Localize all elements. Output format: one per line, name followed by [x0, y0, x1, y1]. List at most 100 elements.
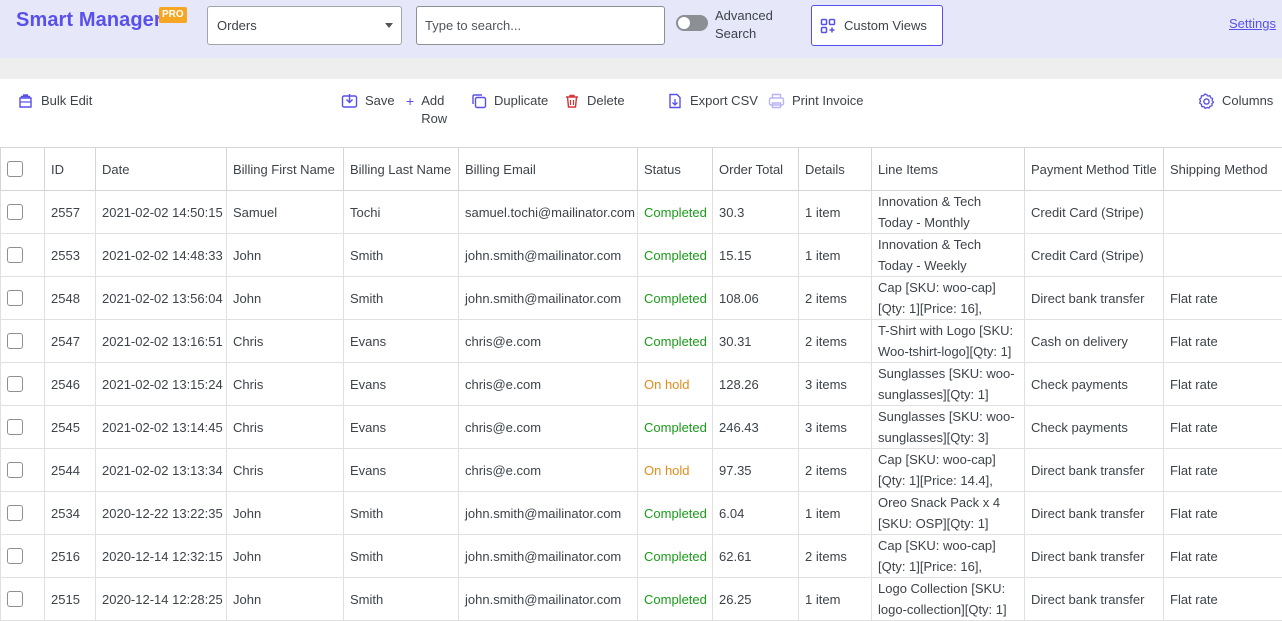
- duplicate-button[interactable]: Duplicate: [471, 92, 548, 110]
- table-row[interactable]: 25342020-12-22 13:22:35JohnSmithjohn.smi…: [1, 492, 1282, 535]
- id-cell[interactable]: 2544: [45, 449, 96, 492]
- date-cell[interactable]: 2021-02-02 13:13:34: [96, 449, 227, 492]
- table-row[interactable]: 25572021-02-02 14:50:15SamuelTochisamuel…: [1, 191, 1282, 234]
- payment-method-cell[interactable]: Direct bank transfer: [1025, 492, 1164, 535]
- id-cell[interactable]: 2545: [45, 406, 96, 449]
- details-cell[interactable]: 2 items: [799, 535, 872, 578]
- details-cell[interactable]: 3 items: [799, 406, 872, 449]
- payment-method-cell[interactable]: Direct bank transfer: [1025, 578, 1164, 621]
- order-total-cell[interactable]: 97.35: [713, 449, 799, 492]
- column-header-status[interactable]: Status: [638, 148, 713, 191]
- payment-method-cell[interactable]: Direct bank transfer: [1025, 449, 1164, 492]
- table-row[interactable]: 25442021-02-02 13:13:34ChrisEvanschris@e…: [1, 449, 1282, 492]
- id-cell[interactable]: 2548: [45, 277, 96, 320]
- order-total-cell[interactable]: 128.26: [713, 363, 799, 406]
- status-cell[interactable]: Completed: [638, 535, 713, 578]
- payment-method-cell[interactable]: Check payments: [1025, 363, 1164, 406]
- status-cell[interactable]: On hold: [638, 449, 713, 492]
- billing-first-name-cell[interactable]: Chris: [227, 363, 344, 406]
- column-header-billing-last-name[interactable]: Billing Last Name: [344, 148, 459, 191]
- id-cell[interactable]: 2515: [45, 578, 96, 621]
- billing-email-cell[interactable]: chris@e.com: [459, 363, 638, 406]
- shipping-method-cell[interactable]: Flat rate: [1164, 449, 1282, 492]
- billing-email-cell[interactable]: john.smith@mailinator.com: [459, 578, 638, 621]
- billing-email-cell[interactable]: john.smith@mailinator.com: [459, 277, 638, 320]
- line-items-cell[interactable]: Cap [SKU: woo-cap][Qty: 1][Price: 16], S…: [872, 277, 1025, 320]
- payment-method-cell[interactable]: Direct bank transfer: [1025, 277, 1164, 320]
- row-checkbox[interactable]: [7, 247, 23, 263]
- print-invoice-button[interactable]: Print Invoice: [768, 92, 864, 110]
- id-cell[interactable]: 2534: [45, 492, 96, 535]
- billing-email-cell[interactable]: chris@e.com: [459, 320, 638, 363]
- billing-last-name-cell[interactable]: Smith: [344, 277, 459, 320]
- line-items-cell[interactable]: Sunglasses [SKU: woo-sunglasses][Qty: 1]…: [872, 363, 1025, 406]
- billing-first-name-cell[interactable]: Chris: [227, 406, 344, 449]
- billing-email-cell[interactable]: john.smith@mailinator.com: [459, 535, 638, 578]
- shipping-method-cell[interactable]: Flat rate: [1164, 578, 1282, 621]
- select-all-checkbox[interactable]: [7, 161, 23, 177]
- custom-views-button[interactable]: Custom Views: [811, 5, 943, 46]
- column-header-details[interactable]: Details: [799, 148, 872, 191]
- shipping-method-cell[interactable]: Flat rate: [1164, 406, 1282, 449]
- billing-first-name-cell[interactable]: John: [227, 234, 344, 277]
- line-items-cell[interactable]: Oreo Snack Pack x 4 [SKU: OSP][Qty: 1][P…: [872, 492, 1025, 535]
- billing-first-name-cell[interactable]: Samuel: [227, 191, 344, 234]
- status-cell[interactable]: Completed: [638, 578, 713, 621]
- billing-first-name-cell[interactable]: John: [227, 535, 344, 578]
- column-header-shipping-method[interactable]: Shipping Method: [1164, 148, 1282, 191]
- status-cell[interactable]: Completed: [638, 277, 713, 320]
- status-cell[interactable]: On hold: [638, 363, 713, 406]
- payment-method-cell[interactable]: Direct bank transfer: [1025, 535, 1164, 578]
- status-cell[interactable]: Completed: [638, 191, 713, 234]
- date-cell[interactable]: 2021-02-02 13:14:45: [96, 406, 227, 449]
- date-cell[interactable]: 2021-02-02 13:56:04: [96, 277, 227, 320]
- billing-first-name-cell[interactable]: John: [227, 578, 344, 621]
- column-header-id[interactable]: ID: [45, 148, 96, 191]
- row-checkbox[interactable]: [7, 290, 23, 306]
- billing-last-name-cell[interactable]: Evans: [344, 363, 459, 406]
- table-row[interactable]: 25462021-02-02 13:15:24ChrisEvanschris@e…: [1, 363, 1282, 406]
- search-input[interactable]: [416, 6, 665, 45]
- shipping-method-cell[interactable]: Flat rate: [1164, 535, 1282, 578]
- row-checkbox[interactable]: [7, 591, 23, 607]
- billing-email-cell[interactable]: john.smith@mailinator.com: [459, 234, 638, 277]
- billing-last-name-cell[interactable]: Smith: [344, 535, 459, 578]
- billing-email-cell[interactable]: john.smith@mailinator.com: [459, 492, 638, 535]
- columns-button[interactable]: Columns: [1198, 92, 1273, 110]
- advanced-search-toggle[interactable]: [676, 15, 708, 31]
- billing-email-cell[interactable]: samuel.tochi@mailinator.com: [459, 191, 638, 234]
- column-header-billing-email[interactable]: Billing Email: [459, 148, 638, 191]
- row-checkbox[interactable]: [7, 548, 23, 564]
- details-cell[interactable]: 1 item: [799, 191, 872, 234]
- details-cell[interactable]: 1 item: [799, 234, 872, 277]
- shipping-method-cell[interactable]: Flat rate: [1164, 363, 1282, 406]
- billing-last-name-cell[interactable]: Smith: [344, 492, 459, 535]
- billing-first-name-cell[interactable]: John: [227, 492, 344, 535]
- status-cell[interactable]: Completed: [638, 406, 713, 449]
- export-csv-button[interactable]: Export CSV: [667, 92, 758, 110]
- billing-last-name-cell[interactable]: Evans: [344, 320, 459, 363]
- billing-first-name-cell[interactable]: Chris: [227, 320, 344, 363]
- id-cell[interactable]: 2546: [45, 363, 96, 406]
- add-row-button[interactable]: + Add Row: [406, 92, 455, 128]
- table-row[interactable]: 25532021-02-02 14:48:33JohnSmithjohn.smi…: [1, 234, 1282, 277]
- date-cell[interactable]: 2021-02-02 13:15:24: [96, 363, 227, 406]
- billing-first-name-cell[interactable]: John: [227, 277, 344, 320]
- row-checkbox[interactable]: [7, 462, 23, 478]
- table-row[interactable]: 25162020-12-14 12:32:15JohnSmithjohn.smi…: [1, 535, 1282, 578]
- billing-last-name-cell[interactable]: Evans: [344, 406, 459, 449]
- order-total-cell[interactable]: 6.04: [713, 492, 799, 535]
- details-cell[interactable]: 3 items: [799, 363, 872, 406]
- date-cell[interactable]: 2020-12-14 12:32:15: [96, 535, 227, 578]
- billing-email-cell[interactable]: chris@e.com: [459, 406, 638, 449]
- details-cell[interactable]: 2 items: [799, 277, 872, 320]
- id-cell[interactable]: 2547: [45, 320, 96, 363]
- shipping-method-cell[interactable]: Flat rate: [1164, 492, 1282, 535]
- line-items-cell[interactable]: T-Shirt with Logo [SKU: Woo-tshirt-logo]…: [872, 320, 1025, 363]
- details-cell[interactable]: 2 items: [799, 449, 872, 492]
- row-checkbox[interactable]: [7, 505, 23, 521]
- line-items-cell[interactable]: Cap [SKU: woo-cap][Qty: 1][Price: 14.4],: [872, 449, 1025, 492]
- line-items-cell[interactable]: Innovation & Tech Today - Monthly: [872, 191, 1025, 234]
- date-cell[interactable]: 2020-12-14 12:28:25: [96, 578, 227, 621]
- column-header-payment-method-title[interactable]: Payment Method Title: [1025, 148, 1164, 191]
